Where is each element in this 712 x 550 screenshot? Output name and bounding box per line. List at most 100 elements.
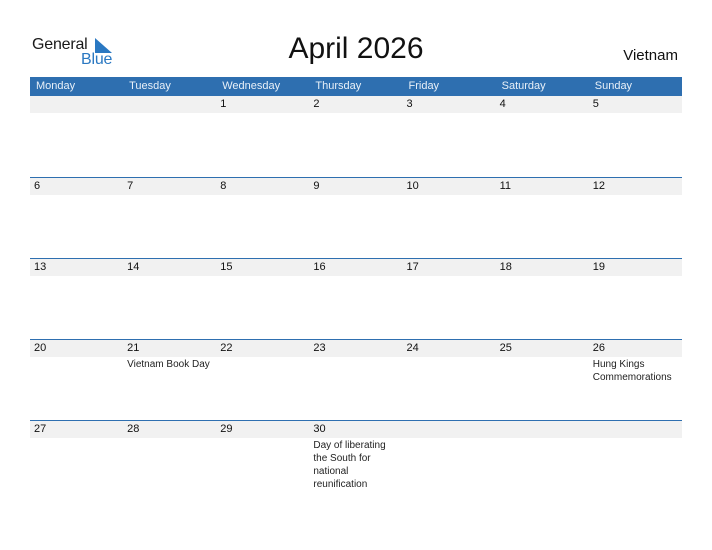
day-number: 23 <box>309 340 403 357</box>
holiday-event <box>216 438 309 439</box>
week-days: 6 7 8 9 10 11 12 <box>30 178 682 196</box>
day-number: 16 <box>309 259 403 276</box>
day-number: 19 <box>588 259 682 276</box>
day-number: 22 <box>216 340 310 357</box>
holiday-event <box>496 276 589 277</box>
holiday-event <box>496 438 589 439</box>
holiday-event <box>30 276 123 277</box>
holiday-event <box>30 357 123 358</box>
day-number: 5 <box>588 96 682 113</box>
weekday-monday: Monday <box>36 80 76 92</box>
day-cell: 25 <box>495 340 589 384</box>
holiday-event: Vietnam Book Day <box>127 359 210 370</box>
day-cell: 28 <box>123 421 217 491</box>
day-cell: 26 Hung Kings Commemorations <box>588 340 682 384</box>
day-number: 24 <box>402 340 496 357</box>
day-cell: 9 <box>309 178 403 196</box>
holiday-event <box>123 276 216 277</box>
week-row: 27 28 29 30 Day of liberating the South for … <box>30 420 682 501</box>
day-cell: 11 <box>495 178 589 196</box>
holiday-event <box>30 195 123 196</box>
day-cell <box>402 421 496 491</box>
weekday-sunday: Sunday <box>594 80 633 92</box>
holiday-event <box>123 195 216 196</box>
weekday-thursday: Thursday <box>315 80 362 92</box>
day-number: 8 <box>216 178 310 195</box>
weekday-tuesday: Tuesday <box>129 80 171 92</box>
week-days: 13 14 15 16 17 18 19 <box>30 259 682 277</box>
holiday-event <box>309 276 402 277</box>
holiday-event <box>216 357 309 358</box>
day-number: 26 <box>588 340 682 357</box>
holiday-event <box>589 195 682 196</box>
day-number: 18 <box>495 259 589 276</box>
holiday-event <box>309 195 402 196</box>
weekday-wednesday: Wednesday <box>222 80 281 92</box>
day-cell: 16 <box>309 259 403 277</box>
weekday-friday: Friday <box>408 80 440 92</box>
week-days: 12345 <box>30 96 682 114</box>
day-number: 28 <box>123 421 217 438</box>
day-number: 27 <box>30 421 124 438</box>
day-cell: 6 <box>30 178 124 196</box>
day-cell: 13 <box>30 259 124 277</box>
day-number: 15 <box>216 259 310 276</box>
holiday-event <box>216 195 309 196</box>
holiday-event <box>403 357 496 358</box>
day-cell: 21 Vietnam Book Day <box>123 340 217 384</box>
day-number: 14 <box>123 259 217 276</box>
day-number: 13 <box>30 259 124 276</box>
day-cell <box>588 421 682 491</box>
weekday-saturday: Saturday <box>501 80 546 92</box>
holiday-event <box>589 113 682 114</box>
day-cell <box>30 96 124 114</box>
day-number: 11 <box>495 178 589 195</box>
weeks-container: 1 2 3 4 5 6 7 8 9 10 11 12 13 14 15 16 17 18 19 20 21 Vietnam… <box>30 96 682 501</box>
day-cell: 2 <box>309 96 403 114</box>
day-cell <box>495 421 589 491</box>
holiday-event <box>589 438 682 439</box>
holiday-event <box>30 438 123 439</box>
holiday-event <box>403 113 496 114</box>
holiday-event <box>309 357 402 358</box>
day-number <box>495 421 589 438</box>
day-number <box>402 421 496 438</box>
day-cell: 3 <box>402 96 496 114</box>
day-number: 20 <box>30 340 124 357</box>
week-row: 20 21 Vietnam Book Day 22 23 24 25 26 Hung Kings… <box>30 339 682 420</box>
day-cell: 5 <box>588 96 682 114</box>
calendar-title: April 2026 <box>288 32 424 65</box>
holiday-event: Hung Kings Commemorations <box>592 359 672 383</box>
day-number: 10 <box>402 178 496 195</box>
day-cell: 7 <box>123 178 217 196</box>
day-cell: 1 <box>216 96 310 114</box>
day-cell: 22 <box>216 340 310 384</box>
holiday-event <box>30 113 123 114</box>
day-number: 29 <box>216 421 310 438</box>
day-number: 1 <box>216 96 310 113</box>
holiday-event <box>403 276 496 277</box>
week-days: 27 28 29 30 Day of liberating the South for … <box>30 421 682 491</box>
holiday-event <box>216 276 309 277</box>
week-days: 20 21 Vietnam Book Day 22 23 24 25 26 Hung Kings… <box>30 340 682 384</box>
day-cell <box>123 96 217 114</box>
day-number: 3 <box>402 96 496 113</box>
day-number: 12 <box>588 178 682 195</box>
day-number: 2 <box>309 96 403 113</box>
day-cell: 29 <box>216 421 310 491</box>
holiday-event <box>123 438 216 439</box>
calendar-grid: Monday Tuesday Wednesday Thursday Friday… <box>30 77 682 501</box>
day-cell: 14 <box>123 259 217 277</box>
day-number: 6 <box>30 178 124 195</box>
week-row: 13 14 15 16 17 18 19 <box>30 258 682 339</box>
day-cell: 27 <box>30 421 124 491</box>
day-number <box>123 96 217 113</box>
day-cell: 4 <box>495 96 589 114</box>
holiday-event: Day of liberating the South for national… <box>313 440 386 490</box>
holiday-event <box>309 113 402 114</box>
holiday-event <box>589 276 682 277</box>
country-label: Vietnam <box>623 47 678 64</box>
holiday-event <box>496 113 589 114</box>
day-number <box>588 421 682 438</box>
holiday-event <box>123 113 216 114</box>
